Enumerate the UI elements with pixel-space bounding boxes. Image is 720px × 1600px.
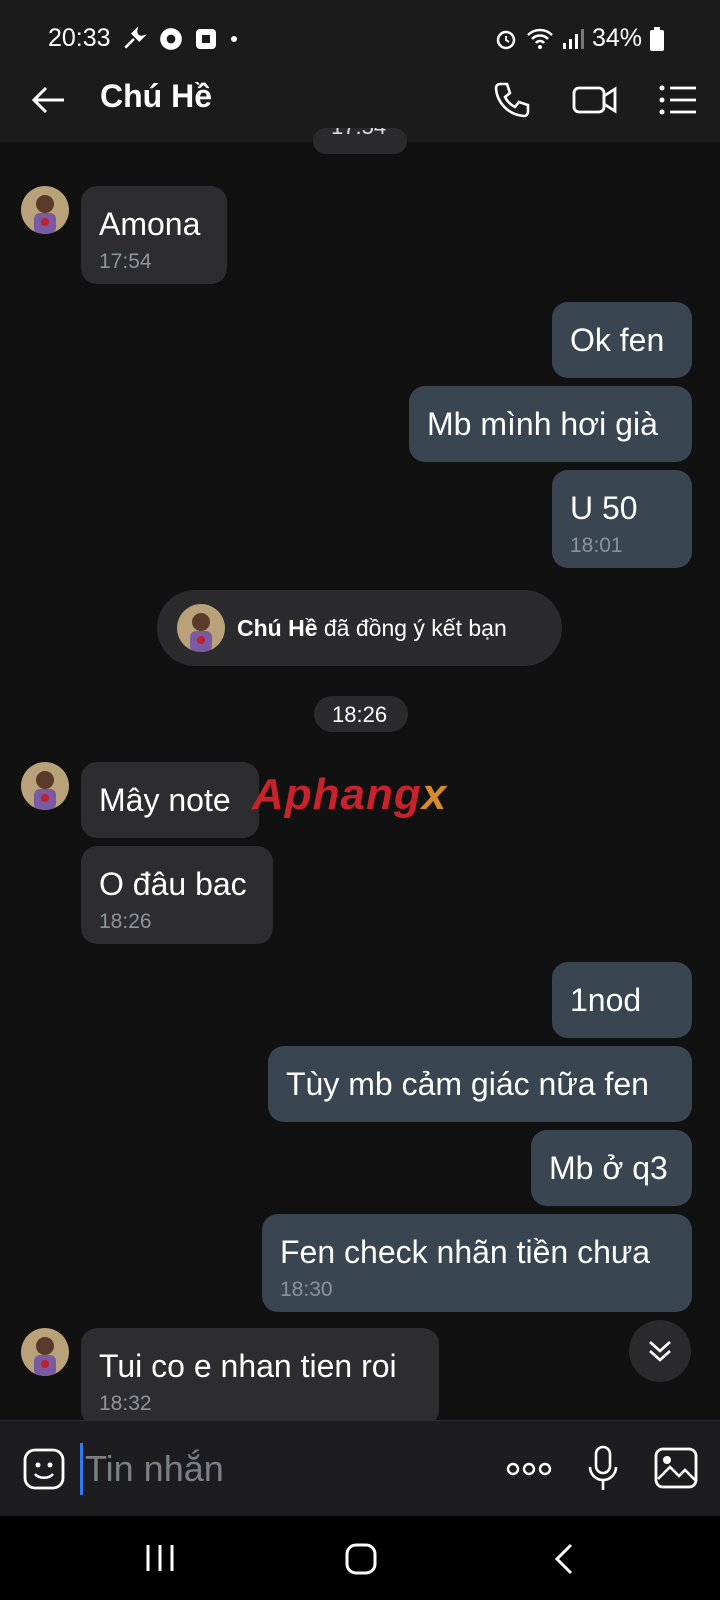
notice-text: Chú Hề đã đồng ý kết bạn — [237, 615, 507, 642]
list-menu-icon[interactable] — [658, 80, 698, 120]
home-icon[interactable] — [344, 1542, 378, 1576]
message-time: 18:30 — [280, 1278, 333, 1301]
recent-apps-icon[interactable] — [144, 1542, 176, 1574]
message-bubble-outgoing[interactable]: Tùy mb cảm giác nữa fen — [268, 1046, 692, 1122]
message-bubble-outgoing[interactable]: U 50 18:01 — [552, 470, 692, 568]
message-text: Tùy mb cảm giác nữa fen — [286, 1066, 649, 1102]
message-time: 18:32 — [99, 1392, 152, 1415]
phone-icon[interactable] — [492, 80, 532, 120]
message-text: Fen check nhãn tiền chưa — [280, 1234, 651, 1270]
message-text: Mây note — [99, 782, 231, 818]
more-options-icon[interactable] — [506, 1457, 552, 1481]
message-input[interactable] — [80, 1443, 485, 1495]
chat-title[interactable]: Chú Hề — [100, 78, 212, 115]
message-text: Ok fen — [570, 322, 665, 358]
date-chip-text: 18:26 — [332, 702, 388, 727]
status-left-icons — [122, 26, 240, 52]
avatar[interactable] — [21, 1328, 69, 1376]
message-text: O đâu bac — [99, 866, 247, 902]
status-time: 20:33 — [48, 24, 111, 52]
watermark-main: Aphang — [252, 770, 422, 819]
avatar[interactable] — [21, 186, 69, 234]
status-right: 34% — [494, 24, 664, 53]
battery-icon — [650, 26, 664, 51]
avatar — [177, 604, 225, 652]
message-text: Mb mình hơi già — [427, 406, 658, 442]
message-text: Amona — [99, 206, 201, 242]
message-bubble-incoming[interactable]: Amona 17:54 — [81, 186, 227, 284]
message-bubble-incoming[interactable]: Mây note — [81, 762, 259, 838]
wrench-icon — [124, 26, 147, 49]
notice-name: Chú Hề — [237, 615, 318, 641]
date-chip-cut-text: 17:54 — [331, 128, 386, 140]
back-nav-icon[interactable] — [552, 1542, 576, 1576]
microphone-icon[interactable] — [588, 1445, 618, 1493]
app-box-icon — [196, 29, 216, 49]
date-chip-cut: 17:54 — [313, 128, 407, 154]
message-bubble-outgoing[interactable]: Mb mình hơi già — [409, 386, 692, 462]
message-bubble-outgoing[interactable]: Mb ở q3 — [531, 1130, 692, 1206]
wifi-icon — [527, 28, 553, 49]
signal-icon — [562, 28, 584, 49]
image-gallery-icon[interactable] — [654, 1447, 698, 1489]
scroll-to-bottom-button[interactable] — [629, 1320, 691, 1382]
message-text: Tui co e nhan tien roi — [99, 1348, 397, 1384]
dot-icon — [231, 36, 237, 42]
watermark-suffix: x — [421, 770, 448, 819]
message-input-bar — [0, 1420, 720, 1517]
message-time: 18:26 — [99, 910, 152, 933]
message-bubble-outgoing[interactable]: 1nod — [552, 962, 692, 1038]
message-text: Mb ở q3 — [549, 1150, 668, 1186]
date-chip: 18:26 — [314, 696, 408, 732]
video-call-icon[interactable] — [572, 80, 618, 120]
notice-message: đã đồng ý kết bạn — [323, 615, 507, 641]
message-bubble-incoming[interactable]: O đâu bac 18:26 — [81, 846, 273, 944]
message-bubble-outgoing[interactable]: Ok fen — [552, 302, 692, 378]
message-time: 18:01 — [570, 534, 623, 557]
message-bubble-incoming[interactable]: Tui co e nhan tien roi 18:32 — [81, 1328, 439, 1426]
message-time: 17:54 — [99, 250, 152, 273]
double-chevron-down-icon — [649, 1341, 671, 1362]
friend-accepted-notice: Chú Hề đã đồng ý kết bạn — [157, 590, 562, 666]
system-nav-bar — [0, 1516, 720, 1600]
alarm-icon — [496, 30, 516, 49]
sticker-emoji-icon[interactable] — [22, 1447, 66, 1491]
watermark: Aphangx — [252, 770, 447, 820]
battery-percent: 34% — [591, 24, 642, 52]
message-text: 1nod — [570, 982, 642, 1018]
message-bubble-outgoing[interactable]: Fen check nhãn tiền chưa 18:30 — [262, 1214, 692, 1312]
avatar[interactable] — [21, 762, 69, 810]
back-arrow-icon[interactable] — [30, 82, 66, 118]
message-text: U 50 — [570, 490, 638, 526]
circle-app-icon — [160, 28, 182, 50]
